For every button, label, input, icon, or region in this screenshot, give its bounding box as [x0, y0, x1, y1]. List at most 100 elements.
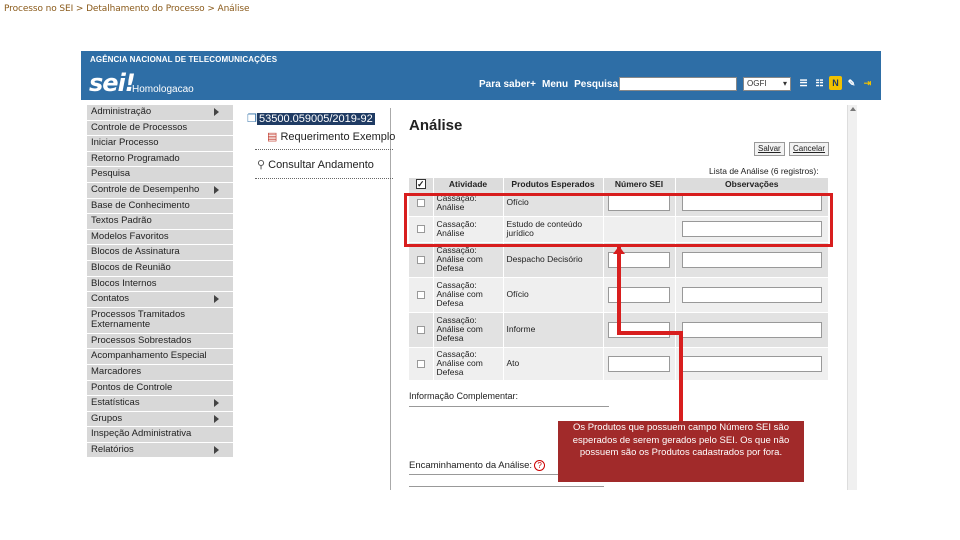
sidebar-item-label: Grupos — [91, 412, 123, 424]
cell-produto: Ato — [503, 347, 604, 381]
scrollbar[interactable] — [847, 105, 857, 490]
sidebar-item-controle-processos[interactable]: Controle de Processos — [87, 120, 233, 137]
info-complementar-label: Informação Complementar: — [409, 391, 519, 401]
sidebar-item-base-conhecimento[interactable]: Base de Conhecimento — [87, 198, 233, 215]
sidebar-item-label: Estatísticas — [91, 397, 140, 409]
annotation-callout: Os Produtos que possuem campo Número SEI… — [558, 421, 804, 482]
connector-line — [617, 331, 683, 335]
nav-para-saber[interactable]: Para saber+ — [479, 79, 536, 90]
sidebar-item-pesquisa[interactable]: Pesquisa — [87, 167, 233, 183]
page-title: Análise — [409, 117, 463, 134]
sidebar-item-label: Processos Tramitados Externamente — [91, 308, 185, 330]
save-button[interactable]: Salvar — [754, 142, 785, 156]
info-complementar-field[interactable] — [409, 406, 609, 407]
consultar-andamento-link[interactable]: ⚲ Consultar Andamento — [257, 158, 374, 171]
sidebar-item-label: Controle de Processos — [91, 121, 188, 133]
chevron-right-icon — [214, 414, 219, 423]
col-atividade: Atividade — [433, 178, 504, 190]
encaminhamento-text: Encaminhamento da Análise: — [409, 460, 533, 471]
user-icon[interactable]: ☷ — [813, 76, 826, 90]
pdf-icon: ▤ — [267, 131, 278, 143]
sidebar-item-grupos[interactable]: Grupos — [87, 411, 233, 428]
col-observacoes: Observações — [675, 178, 829, 190]
sidebar-item-label: Iniciar Processo — [91, 137, 159, 149]
cell-atividade: Cassação: Análise com Defesa — [433, 277, 504, 313]
encaminhamento-label: Encaminhamento da Análise:? — [409, 460, 546, 471]
row-checkbox[interactable] — [416, 325, 425, 334]
observacoes-input[interactable] — [681, 251, 822, 268]
sidebar-item-label: Processos Sobrestados — [91, 334, 192, 346]
document-label: Requerimento Exemplo — [280, 131, 396, 143]
scroll-up-icon[interactable] — [849, 107, 856, 111]
exit-icon[interactable]: ⇥ — [861, 76, 874, 90]
sidebar-item-label: Blocos Internos — [91, 277, 157, 289]
document-link[interactable]: ▤ Requerimento Exemplo — [267, 130, 395, 143]
sidebar-item-relatorios[interactable]: Relatórios — [87, 442, 233, 459]
sidebar-item-inspecao[interactable]: Inspeção Administrativa — [87, 427, 233, 443]
highlight-box — [404, 193, 833, 247]
menu-icon[interactable]: ☰ — [797, 76, 810, 90]
sidebar-item-label: Relatórios — [91, 443, 134, 455]
sidebar-item-textos-padrao[interactable]: Textos Padrão — [87, 214, 233, 230]
breadcrumb: Processo no SEI > Detalhamento do Proces… — [4, 4, 250, 14]
select-all-checkbox[interactable]: ✓ — [415, 179, 426, 189]
row-checkbox[interactable] — [416, 359, 425, 368]
divider — [409, 486, 604, 487]
sidebar-menu: Administração Controle de Processos Inic… — [87, 105, 233, 459]
search-input[interactable] — [619, 77, 737, 91]
row-checkbox[interactable] — [416, 255, 425, 264]
chevron-right-icon — [214, 108, 219, 116]
header-icons: ☰ ☷ N ✎ ⇥ — [797, 76, 874, 90]
agency-bar: AGÊNCIA NACIONAL DE TELECOMUNICAÇÕES — [81, 51, 881, 67]
sidebar-item-processos-tramitados[interactable]: Processos Tramitados Externamente — [87, 307, 233, 334]
process-tree: ❐ 53500.059005/2019-92 ▤ Requerimento Ex… — [247, 108, 395, 490]
numero-sei-input[interactable] — [608, 355, 670, 372]
sidebar-item-iniciar-processo[interactable]: Iniciar Processo — [87, 136, 233, 152]
sidebar-item-label: Administração — [91, 106, 152, 117]
nav-pesquisa[interactable]: Pesquisa — [574, 79, 618, 90]
chevron-down-icon: ▾ — [782, 79, 787, 88]
cancel-button[interactable]: Cancelar — [789, 142, 830, 156]
process-number-link[interactable]: 53500.059005/2019-92 — [257, 113, 375, 125]
n-icon[interactable]: N — [829, 76, 842, 90]
search-icon: ⚲ — [257, 159, 266, 171]
sidebar-item-label: Textos Padrão — [91, 215, 152, 227]
connector-line — [679, 331, 683, 421]
sidebar-item-label: Marcadores — [91, 365, 142, 377]
observacoes-input[interactable] — [681, 355, 822, 372]
observacoes-input[interactable] — [681, 321, 822, 338]
sidebar-item-processos-sobrestados[interactable]: Processos Sobrestados — [87, 333, 233, 350]
sidebar-item-marcadores[interactable]: Marcadores — [87, 364, 233, 381]
sidebar-item-label: Pesquisa — [91, 168, 131, 180]
sidebar-item-acompanhamento-especial[interactable]: Acompanhamento Especial — [87, 349, 233, 365]
sidebar-item-label: Acompanhamento Especial — [91, 350, 207, 362]
sidebar-item-administracao[interactable]: Administração — [87, 105, 233, 121]
cell-produto: Informe — [503, 312, 604, 348]
sidebar-item-pontos-controle[interactable]: Pontos de Controle — [87, 380, 233, 397]
environment-label: Homologacao — [132, 84, 194, 95]
cell-atividade: Cassação: Análise com Defesa — [433, 242, 504, 278]
nav-menu[interactable]: Menu — [542, 79, 568, 90]
sidebar-item-retorno-programado[interactable]: Retorno Programado — [87, 151, 233, 168]
row-checkbox[interactable] — [416, 290, 425, 299]
sidebar-item-modelos-favoritos[interactable]: Modelos Favoritos — [87, 229, 233, 246]
select-all-header[interactable]: ✓ — [409, 178, 434, 190]
sidebar-item-blocos-assinatura[interactable]: Blocos de Assinatura — [87, 245, 233, 261]
sidebar-item-controle-desempenho[interactable]: Controle de Desempenho — [87, 182, 233, 199]
settings-icon[interactable]: ✎ — [845, 76, 858, 90]
sidebar-item-contatos[interactable]: Contatos — [87, 292, 233, 308]
top-header: sei! Homologacao Para saber+ Menu Pesqui… — [81, 67, 881, 100]
chevron-right-icon — [214, 399, 219, 408]
sidebar-item-label: Controle de Desempenho — [91, 183, 200, 195]
chevron-right-icon — [214, 295, 219, 304]
sidebar-item-blocos-reuniao[interactable]: Blocos de Reunião — [87, 260, 233, 277]
sei-logo[interactable]: sei! — [89, 69, 136, 97]
unit-select[interactable]: OGFI ▾ — [743, 77, 791, 91]
help-icon[interactable]: ? — [534, 460, 546, 471]
observacoes-input[interactable] — [681, 286, 822, 303]
connector-line — [617, 247, 621, 333]
sidebar-item-estatisticas[interactable]: Estatísticas — [87, 396, 233, 412]
col-produtos: Produtos Esperados — [503, 178, 604, 190]
sidebar-item-blocos-internos[interactable]: Blocos Internos — [87, 276, 233, 293]
sidebar-item-label: Blocos de Assinatura — [91, 246, 180, 258]
